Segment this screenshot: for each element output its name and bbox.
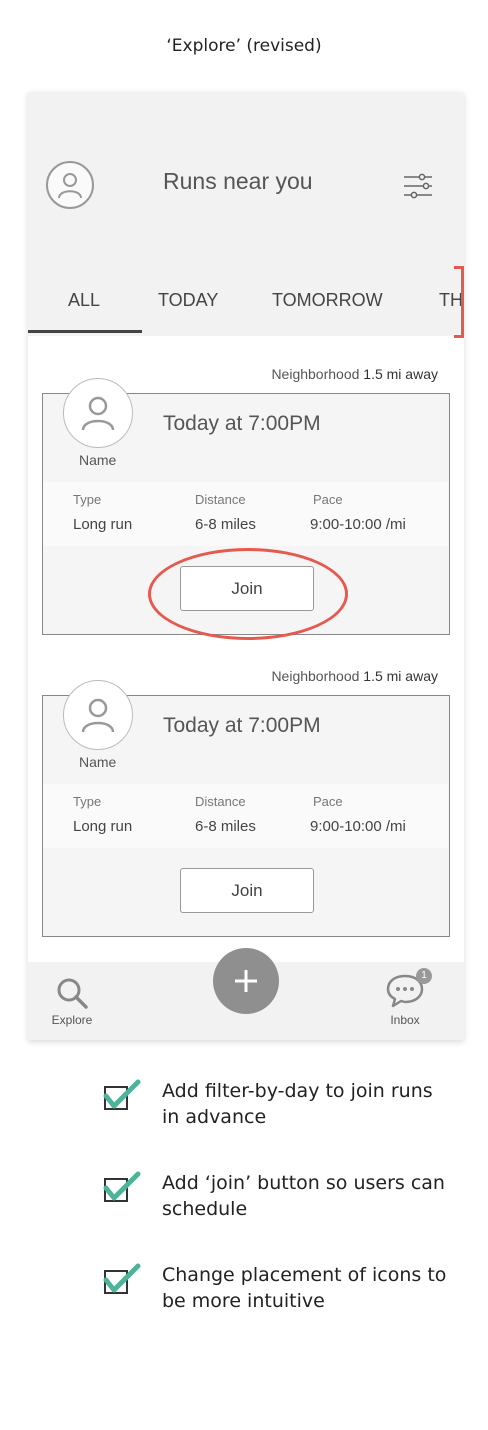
sliders-icon[interactable] [402,172,434,200]
checkmark-icon [103,1171,141,1201]
plus-icon [235,970,257,992]
user-icon [81,396,115,431]
type-value: Long run [73,818,133,835]
search-icon [57,978,88,1009]
run-meta: Neighborhood 1.5 mi away [271,366,438,382]
annotation-ellipse [148,548,348,640]
runner-avatar[interactable] [63,378,133,448]
type-label: Type [73,794,102,809]
pace-label: Pace [313,492,343,507]
user-icon [81,698,115,733]
distance-value: 6-8 miles [195,516,256,533]
annotation-bracket [454,266,464,338]
distance-label: Distance [195,794,246,809]
run-details: Type Long run Distance 6-8 miles Pace 9:… [43,482,448,546]
run-distance-away: 1.5 mi away [363,366,438,382]
runner-avatar[interactable] [63,680,133,750]
run-card: Name Today at 7:00PM Type Long run Dista… [42,680,450,937]
tab-all[interactable]: ALL [68,290,100,311]
user-icon [58,173,82,199]
checkmark-icon [103,1079,141,1109]
run-details: Type Long run Distance 6-8 miles Pace 9:… [43,784,448,848]
run-time: Today at 7:00PM [163,714,321,737]
profile-avatar-button[interactable] [46,161,94,209]
run-location: Neighborhood [271,366,360,382]
pace-label: Pace [313,794,343,809]
join-button[interactable]: Join [180,868,314,913]
page-title: Runs near you [163,168,313,194]
phone-screen: Runs near you ALL TODAY TOMORROW TH Neig… [28,92,464,1040]
tab-today[interactable]: TODAY [158,290,218,311]
checklist-text: Add filter-by-day to join runs in advanc… [162,1080,433,1128]
runner-name: Name [79,754,117,770]
nav-inbox-label: Inbox [390,1013,420,1027]
day-tabs: ALL TODAY TOMORROW TH [28,282,464,336]
runner-name: Name [79,452,117,468]
run-time: Today at 7:00PM [163,412,321,435]
pace-value: 9:00-10:00 /mi [310,516,406,533]
nav-explore-label: Explore [51,1013,93,1027]
run-location: Neighborhood [271,668,360,684]
tab-tomorrow[interactable]: TOMORROW [272,290,383,311]
run-meta: Neighborhood 1.5 mi away [271,668,438,684]
distance-value: 6-8 miles [195,818,256,835]
inbox-badge: 1 [416,968,432,984]
type-label: Type [73,492,102,507]
active-tab-indicator [28,330,142,333]
page-caption: ‘Explore’ (revised) [166,36,322,56]
checkmark-icon [103,1263,141,1293]
checklist-text: Change placement of icons to be more int… [162,1264,447,1312]
nav-explore[interactable]: Explore [48,976,96,1027]
app-header: Runs near you ALL TODAY TOMORROW TH [28,92,464,338]
add-run-button[interactable] [213,948,279,1014]
type-value: Long run [73,516,133,533]
distance-label: Distance [195,492,246,507]
run-distance-away: 1.5 mi away [363,668,438,684]
pace-value: 9:00-10:00 /mi [310,818,406,835]
checklist-text: Add ‘join’ button so users can schedule [162,1172,445,1220]
